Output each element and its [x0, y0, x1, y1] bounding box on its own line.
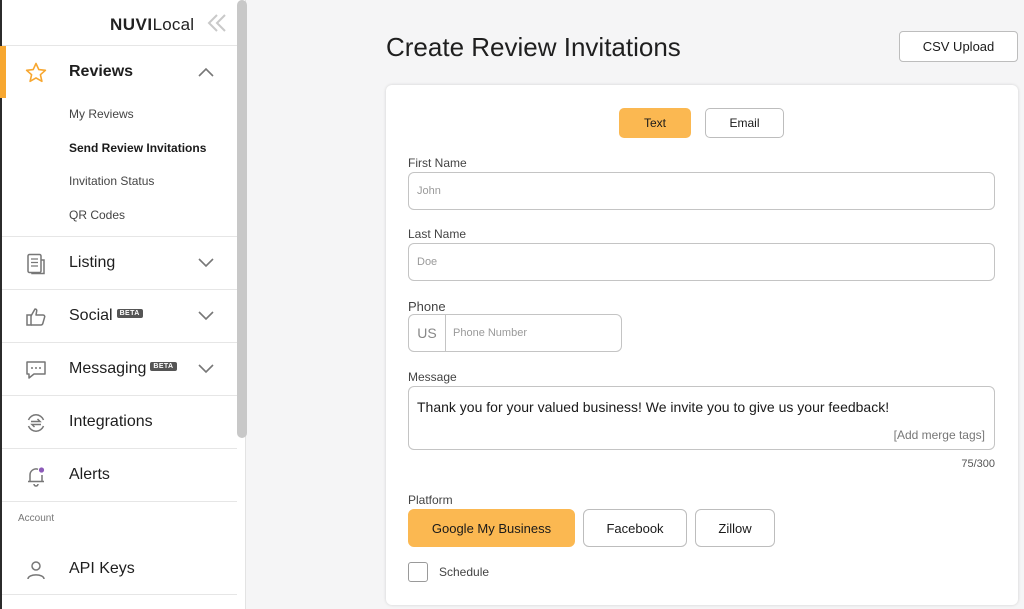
message-text: Thank you for your valued business! We i…	[417, 399, 890, 415]
sidebar-section-integrations: Integrations	[2, 396, 237, 449]
sidebar-section-messaging: Messaging BETA	[2, 343, 237, 396]
invitation-form-card: Text Email First Name Last Name Phone US…	[386, 85, 1018, 605]
sidebar-item-label: Listing	[69, 254, 116, 271]
sidebar-item-api-keys[interactable]: API Keys	[2, 543, 237, 595]
sidebar-item-messaging[interactable]: Messaging BETA	[2, 343, 237, 395]
add-merge-tags-link[interactable]: [Add merge tags]	[894, 428, 985, 442]
phone-field: US	[408, 314, 622, 352]
sidebar-item-alerts[interactable]: Alerts	[2, 449, 237, 501]
phone-label: Phone	[408, 299, 446, 314]
sidebar-item-label: Social BETA	[69, 307, 143, 325]
message-textarea[interactable]: Thank you for your valued business! We i…	[408, 386, 995, 450]
platform-google-my-business-button[interactable]: Google My Business	[408, 509, 575, 547]
sidebar-header: NUVILocal	[2, 0, 245, 46]
chevron-down-icon[interactable]	[197, 362, 215, 381]
tab-text[interactable]: Text	[619, 108, 691, 138]
beta-badge: BETA	[150, 362, 177, 372]
schedule-label: Schedule	[439, 565, 490, 579]
sidebar-scrollbar[interactable]	[237, 0, 247, 438]
schedule-checkbox[interactable]	[408, 562, 428, 582]
platform-label: Platform	[408, 493, 453, 507]
sidebar-item-reviews[interactable]: Reviews	[0, 46, 237, 98]
platform-facebook-button[interactable]: Facebook	[583, 509, 687, 547]
sidebar: NUVILocal Reviews My Reviews Send Review…	[0, 0, 247, 609]
phone-input[interactable]	[453, 324, 613, 342]
csv-upload-button[interactable]: CSV Upload	[899, 31, 1018, 62]
page-title: Create Review Invitations	[386, 32, 681, 62]
sidebar-subitem-invitation-status[interactable]: Invitation Status	[2, 165, 237, 199]
sidebar-section-alerts: Alerts	[2, 449, 237, 502]
user-icon	[24, 558, 48, 582]
sidebar-item-label: Alerts	[69, 466, 110, 483]
tab-email[interactable]: Email	[705, 108, 784, 138]
first-name-label: First Name	[408, 156, 467, 170]
sidebar-subitem-send-review-invitations[interactable]: Send Review Invitations	[2, 132, 237, 166]
integrations-icon	[24, 411, 48, 435]
platform-zillow-button[interactable]: Zillow	[695, 509, 775, 547]
sidebar-section-api-keys: API Keys	[2, 543, 237, 595]
double-chevron-left-icon[interactable]	[206, 12, 228, 39]
beta-badge: BETA	[116, 309, 143, 319]
sidebar-subitem-qr-codes[interactable]: QR Codes	[2, 199, 237, 233]
sidebar-item-label: Messaging BETA	[69, 360, 177, 378]
sidebar-item-label: API Keys	[69, 560, 135, 577]
chevron-up-icon[interactable]	[197, 65, 215, 84]
first-name-input[interactable]	[408, 172, 995, 210]
sidebar-section-social: Social BETA	[2, 290, 237, 343]
message-label: Message	[408, 370, 457, 384]
document-icon	[24, 252, 48, 276]
country-code-selector[interactable]: US	[409, 315, 446, 351]
star-icon	[24, 61, 48, 85]
thumbs-up-icon	[24, 305, 48, 329]
last-name-label: Last Name	[408, 227, 467, 241]
sidebar-item-label: Reviews	[69, 63, 134, 80]
last-name-input[interactable]	[408, 243, 995, 281]
sidebar-item-listing[interactable]: Listing	[2, 237, 237, 289]
active-indicator	[0, 46, 6, 98]
sidebar-item-integrations[interactable]: Integrations	[2, 396, 237, 448]
chat-icon	[24, 358, 48, 382]
chevron-down-icon[interactable]	[197, 256, 215, 275]
brand-logo[interactable]: NUVILocal	[110, 15, 194, 35]
sidebar-section-listing: Listing	[2, 237, 237, 290]
bell-icon	[24, 464, 48, 488]
sidebar-section-reviews: Reviews My Reviews Send Review Invitatio…	[0, 46, 237, 237]
reviews-submenu: My Reviews Send Review Invitations Invit…	[2, 98, 237, 236]
account-section-label: Account	[18, 513, 55, 524]
character-count: 75/300	[961, 458, 995, 470]
sidebar-subitem-my-reviews[interactable]: My Reviews	[2, 98, 237, 132]
sidebar-item-social[interactable]: Social BETA	[2, 290, 237, 342]
chevron-down-icon[interactable]	[197, 309, 215, 328]
sidebar-item-label: Integrations	[69, 413, 153, 430]
